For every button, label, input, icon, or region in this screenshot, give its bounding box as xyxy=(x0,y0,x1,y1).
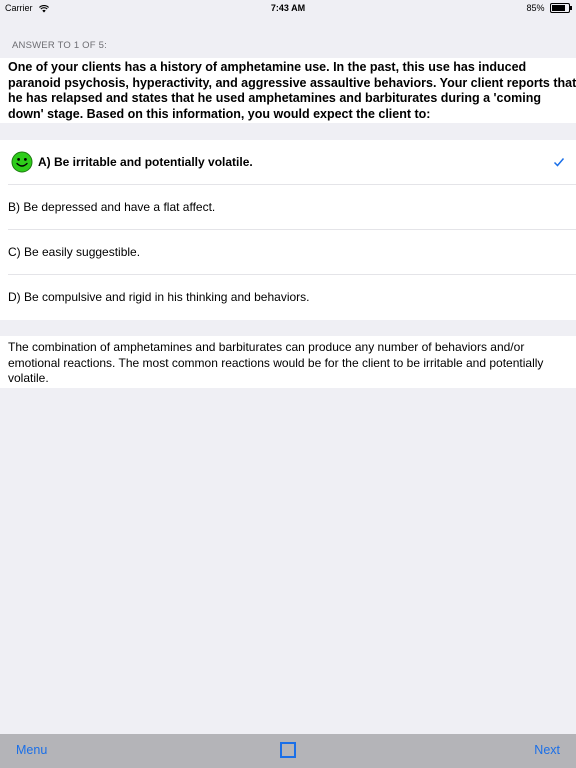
battery-indicator: 85% xyxy=(526,0,572,16)
answer-label: A) Be irritable and potentially volatile… xyxy=(38,155,253,169)
answer-option-d[interactable]: D) Be compulsive and rigid in his thinki… xyxy=(0,275,576,320)
question-line: paranoid psychosis, hyperactivity, and a… xyxy=(8,75,576,90)
question-line: One of your clients has a history of amp… xyxy=(8,60,527,74)
answer-option-a[interactable]: A) Be irritable and potentially volatile… xyxy=(0,140,576,185)
menu-button[interactable]: Menu xyxy=(16,743,47,757)
checkbox-empty-icon[interactable] xyxy=(280,742,296,758)
explanation-text: The combination of amphetamines and barb… xyxy=(8,340,544,385)
answer-option-b[interactable]: B) Be depressed and have a flat affect. xyxy=(0,185,576,230)
battery-percent: 85% xyxy=(526,3,545,13)
answer-progress-label: ANSWER TO 1 OF 5: xyxy=(12,40,107,51)
status-bar: Carrier 7:43 AM 85% xyxy=(0,0,576,16)
battery-icon xyxy=(550,2,572,13)
answer-list: A) Be irritable and potentially volatile… xyxy=(0,140,576,320)
question-text: One of your clients has a history of amp… xyxy=(8,60,576,122)
answer-label: B) Be depressed and have a flat affect. xyxy=(8,200,216,214)
question-line: he has relapsed and states that he used … xyxy=(8,91,541,106)
question-panel: One of your clients has a history of amp… xyxy=(0,58,576,123)
smiley-icon xyxy=(11,151,33,173)
checkmark-icon xyxy=(553,158,565,167)
answer-label: D) Be compulsive and rigid in his thinki… xyxy=(8,290,310,304)
status-time: 7:43 AM xyxy=(270,3,306,13)
question-line: down' stage. Based on this information, … xyxy=(8,106,431,121)
bottom-toolbar: Menu Next xyxy=(0,734,576,768)
answer-option-c[interactable]: C) Be easily suggestible. xyxy=(0,230,576,275)
answer-label: C) Be easily suggestible. xyxy=(8,245,141,259)
next-button[interactable]: Next xyxy=(534,743,560,757)
explanation-panel: The combination of amphetamines and barb… xyxy=(0,336,576,388)
